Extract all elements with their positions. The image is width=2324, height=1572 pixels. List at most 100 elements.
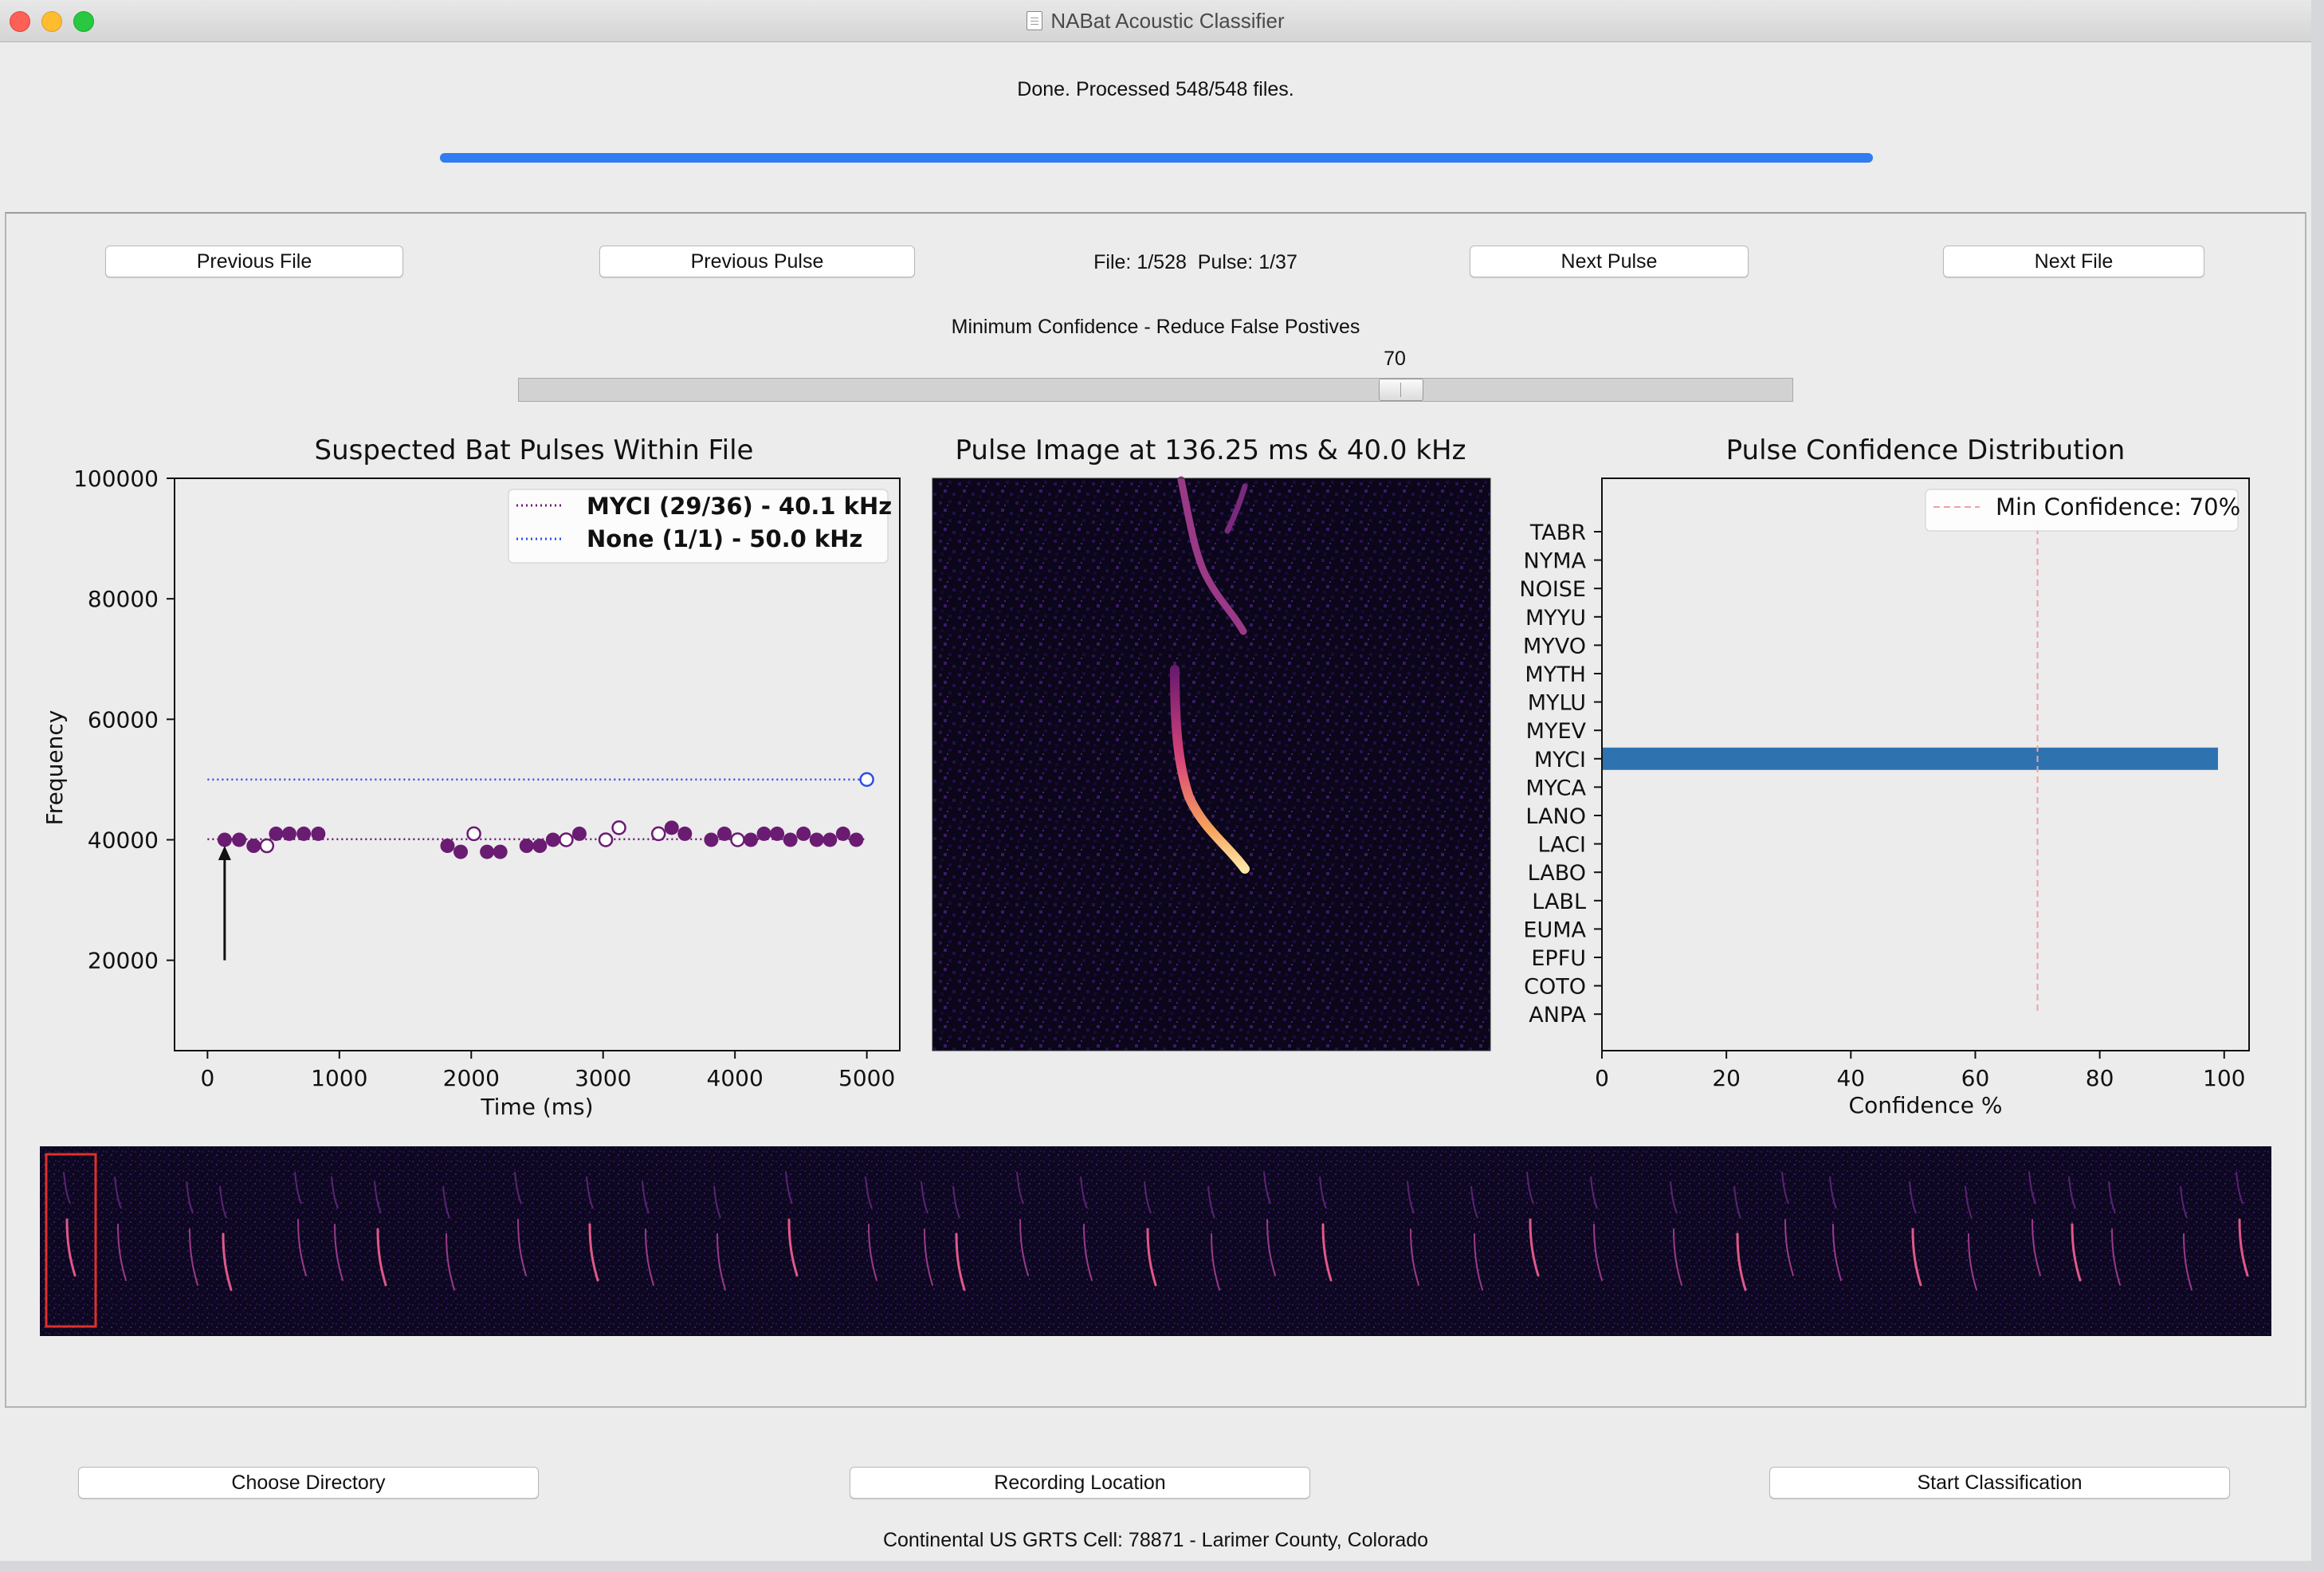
pulse-point-unconfident[interactable]	[730, 832, 745, 847]
legend-none: None (1/1) - 50.0 kHz	[587, 525, 862, 552]
scatter-xlabel: Time (ms)	[480, 1094, 593, 1120]
pulse-point[interactable]	[716, 826, 732, 841]
pulse-point[interactable]	[809, 832, 824, 847]
slider-thumb[interactable]	[1379, 379, 1424, 401]
pulse-point[interactable]	[519, 839, 534, 854]
legend-myci: MYCI (29/36) - 40.1 kHz	[587, 493, 892, 520]
confidence-bar[interactable]	[1602, 747, 2218, 770]
scatter-title: Suspected Bat Pulses Within File	[315, 434, 754, 466]
confidence-ytick-label: COTO	[1524, 975, 1586, 1000]
scatter-legend[interactable]: MYCI (29/36) - 40.1 kHz None (1/1) - 50.…	[508, 489, 892, 564]
choose-directory-button[interactable]: Choose Directory	[78, 1467, 539, 1499]
location-text: Continental US GRTS Cell: 78871 - Larime…	[882, 1529, 1429, 1551]
pulse-point[interactable]	[480, 844, 495, 859]
file-pulse-position: File: 1/528 Pulse: 1/37	[1093, 251, 1297, 273]
pulse-point[interactable]	[246, 839, 261, 854]
confidence-ytick-label: NOISE	[1519, 577, 1586, 602]
pulse-point[interactable]	[822, 832, 838, 847]
pulse-point-unconfident[interactable]	[611, 820, 626, 835]
file-spectrogram-strip[interactable]	[40, 1146, 2271, 1336]
pulse-point[interactable]	[571, 826, 587, 841]
scatter-xtick-label: 4000	[707, 1065, 764, 1091]
pulse-point-unconfident[interactable]	[259, 838, 275, 854]
legend-min-confidence: Min Confidence: 70%	[1996, 493, 2240, 521]
confidence-ytick-label: MYLU	[1528, 691, 1586, 716]
progress-fill	[440, 153, 1873, 163]
confidence-ytick-label: MYCA	[1525, 776, 1586, 800]
pulse-point[interactable]	[664, 820, 679, 835]
confidence-legend[interactable]: Min Confidence: 70%	[1925, 489, 2240, 532]
pulse-point[interactable]	[835, 826, 850, 841]
pulse-point[interactable]	[744, 832, 759, 847]
pulse-point-unconfident[interactable]	[559, 832, 574, 847]
pulse-point[interactable]	[770, 826, 785, 841]
window-title: NABat Acoustic Classifier	[1050, 8, 1285, 33]
confidence-ytick-label: MYTH	[1525, 662, 1586, 687]
status-text: Done. Processed 548/548 files.	[1017, 78, 1294, 100]
title-bar: NABat Acoustic Classifier	[0, 0, 2311, 42]
scatter-xtick-label: 2000	[443, 1065, 500, 1091]
scatter-frame	[174, 477, 901, 1051]
document-icon	[1027, 11, 1043, 30]
confidence-ytick-label: NYMA	[1524, 549, 1587, 574]
pulse-point[interactable]	[269, 826, 284, 841]
confidence-ytick-label: LABL	[1532, 890, 1586, 914]
confidence-ytick-label: TABR	[1529, 521, 1586, 545]
pulse-point[interactable]	[453, 844, 469, 859]
scatter-xtick-label: 0	[200, 1065, 214, 1091]
previous-pulse-button[interactable]: Previous Pulse	[599, 246, 915, 277]
confidence-ytick-label: MYCI	[1534, 748, 1586, 772]
pulse-image-background	[932, 478, 1490, 1051]
pulse-point[interactable]	[493, 844, 508, 859]
scatter-xtick-label: 1000	[311, 1065, 367, 1091]
pulse-point[interactable]	[545, 832, 560, 847]
confidence-ytick-label: EPFU	[1531, 946, 1586, 971]
scatter-xtick-label: 5000	[838, 1065, 895, 1091]
confidence-slider-label: Minimum Confidence - Reduce False Postiv…	[951, 316, 1360, 338]
next-file-button[interactable]: Next File	[1943, 246, 2204, 277]
confidence-xtick-label: 40	[1836, 1065, 1865, 1091]
pulse-point[interactable]	[704, 832, 719, 847]
charts-area: Suspected Bat Pulses Within File 0 1000 20…	[40, 434, 2271, 1336]
scatter-ytick-label: 100000	[73, 466, 159, 492]
progress-bar	[440, 153, 1873, 163]
pulse-point-unconfident[interactable]	[466, 826, 481, 842]
pulse-image-title: Pulse Image at 136.25 ms & 40.0 kHz	[956, 434, 1466, 466]
pulse-point[interactable]	[217, 832, 232, 847]
confidence-xtick-label: 20	[1712, 1065, 1741, 1091]
confidence-xlabel: Confidence %	[1849, 1092, 2003, 1118]
recording-location-button[interactable]: Recording Location	[850, 1467, 1310, 1499]
pulse-point-unconfident[interactable]	[650, 826, 666, 842]
pulse-point[interactable]	[796, 826, 811, 841]
pulse-point[interactable]	[783, 832, 798, 847]
confidence-ytick-label: EUMA	[1523, 918, 1586, 942]
pulse-point[interactable]	[849, 832, 864, 847]
pulse-point[interactable]	[311, 826, 326, 841]
pulse-point[interactable]	[281, 826, 296, 841]
pulse-point-unconfident[interactable]	[598, 832, 614, 847]
previous-file-button[interactable]: Previous File	[105, 246, 403, 277]
pulse-point[interactable]	[232, 832, 247, 847]
confidence-ytick-label: ANPA	[1529, 1003, 1586, 1028]
next-pulse-button[interactable]: Next Pulse	[1470, 246, 1749, 277]
confidence-ytick-label: MYEV	[1526, 719, 1587, 744]
start-classification-button[interactable]: Start Classification	[1769, 1467, 2230, 1499]
pulse-image-chart: Pulse Image at 136.25 ms & 40.0 kHz	[932, 434, 1491, 1051]
pulse-point[interactable]	[440, 839, 455, 854]
current-pulse-arrowhead	[218, 846, 231, 861]
confidence-ytick-label: LACI	[1538, 833, 1586, 858]
confidence-xtick-label: 60	[1961, 1065, 1990, 1091]
pulse-point[interactable]	[296, 826, 312, 841]
pulse-scatter-chart: Suspected Bat Pulses Within File 0 1000 20…	[41, 434, 901, 1120]
scatter-ytick-label: 20000	[88, 948, 159, 974]
confidence-slider[interactable]	[518, 378, 1793, 402]
scatter-ytick-label: 80000	[88, 586, 159, 612]
pulse-point[interactable]	[756, 826, 771, 841]
confidence-ytick-label: LANO	[1525, 804, 1586, 829]
pulse-point[interactable]	[532, 839, 548, 854]
scatter-ylabel: Frequency	[41, 710, 68, 826]
pulse-point-unconfident[interactable]	[859, 772, 874, 788]
pulse-point[interactable]	[677, 826, 693, 841]
scatter-xtick-label: 3000	[575, 1065, 631, 1091]
confidence-title: Pulse Confidence Distribution	[1726, 434, 2126, 466]
